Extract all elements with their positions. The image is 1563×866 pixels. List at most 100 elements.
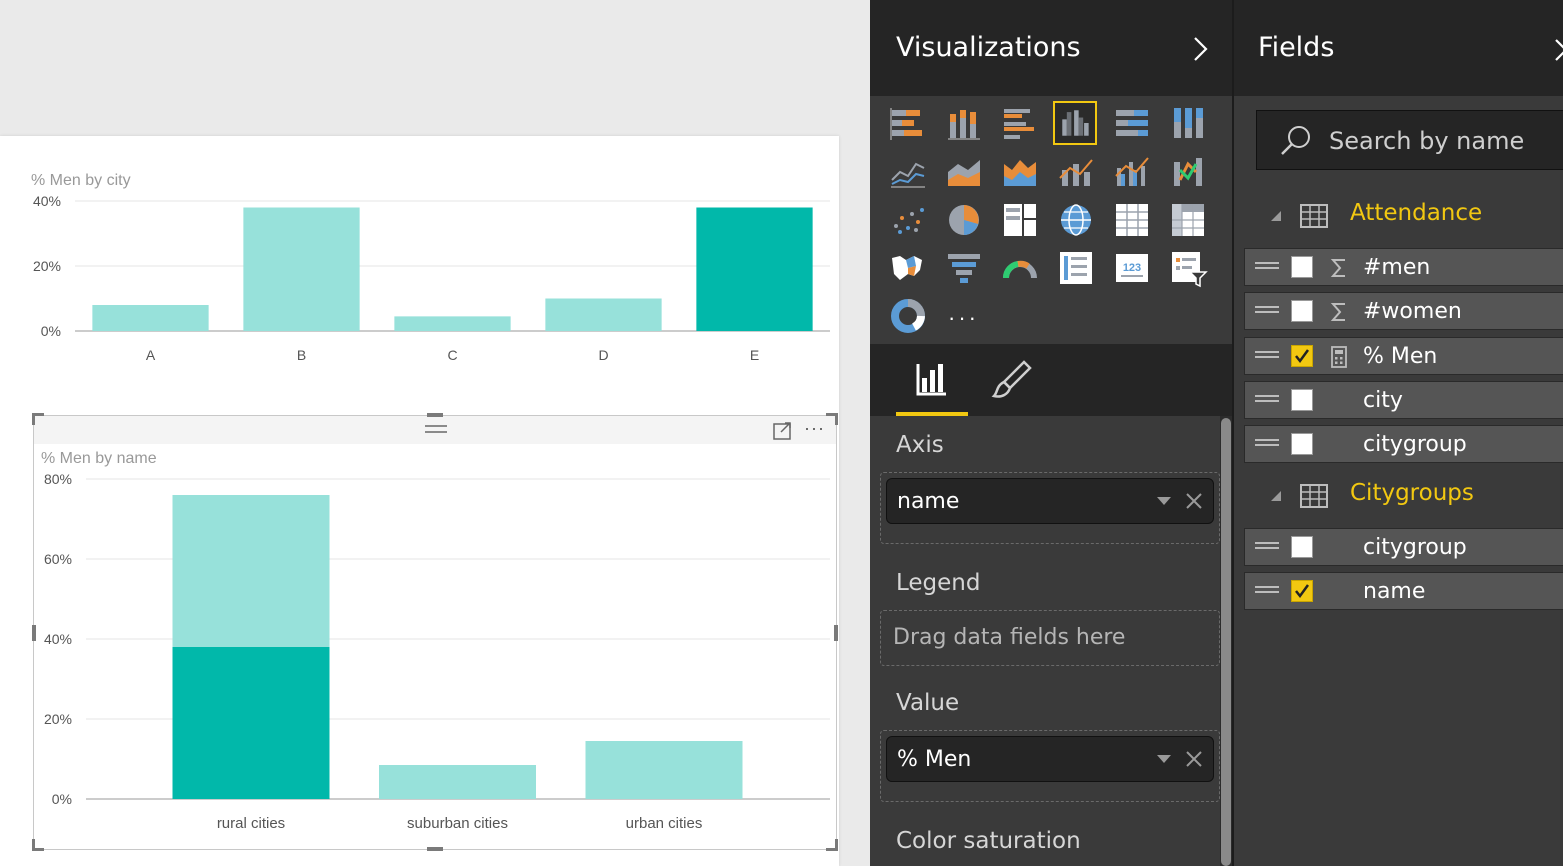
gauge-icon[interactable] — [998, 246, 1042, 290]
table-icon — [1300, 204, 1328, 228]
card-icon[interactable]: 123 — [1110, 246, 1154, 290]
scatter-chart-icon[interactable] — [886, 198, 930, 242]
drag-grip-icon[interactable] — [1255, 262, 1279, 269]
resize-handle-top[interactable] — [427, 413, 443, 417]
drag-grip-icon[interactable] — [1255, 306, 1279, 314]
clustered-bar-chart-icon[interactable] — [998, 102, 1042, 146]
calculator-icon — [1331, 345, 1347, 368]
table-icon[interactable] — [1110, 198, 1154, 242]
stacked-area-chart-icon[interactable] — [998, 150, 1042, 194]
pane-tab-strip — [870, 344, 1232, 416]
x-category-label: C — [447, 347, 457, 363]
drag-handle-icon[interactable] — [425, 425, 447, 433]
more-options-icon[interactable]: ··· — [804, 419, 830, 441]
resize-handle-bottom[interactable] — [427, 847, 443, 851]
field-checkbox[interactable] — [1291, 580, 1313, 603]
line-chart-icon[interactable] — [886, 150, 930, 194]
chart-men-by-city[interactable]: % Men by city 40% 20% 0% A B C D E — [0, 160, 839, 380]
drag-grip-icon[interactable] — [1255, 542, 1279, 549]
visualization-gallery: 123 — [870, 96, 1232, 344]
report-canvas: % Men by city 40% 20% 0% A B C D E ··· % Men b… — [0, 0, 870, 866]
field-row[interactable]: citygroup — [1244, 425, 1563, 464]
x-category-label: E — [750, 347, 759, 363]
clustered-column-chart-icon[interactable] — [1053, 101, 1097, 145]
y-tick-label: 0% — [41, 323, 61, 339]
field-row[interactable]: % Men — [1244, 336, 1563, 375]
area-chart-icon[interactable] — [942, 150, 986, 194]
axis-field-pill[interactable]: name — [886, 478, 1214, 524]
chevron-right-icon[interactable] — [1550, 36, 1563, 64]
table-group-citygroups[interactable]: Citygroups — [1234, 476, 1563, 516]
value-field-pill[interactable]: % Men — [886, 736, 1214, 782]
slicer-icon[interactable] — [1166, 246, 1210, 290]
drag-grip-icon[interactable] — [1255, 394, 1279, 402]
table-group-attendance[interactable]: Attendance — [1234, 196, 1563, 236]
chart-men-by-name[interactable]: % Men by name 80% 60% 40% 20% 0% rural citie… — [0, 444, 839, 844]
drag-grip-icon[interactable] — [1255, 439, 1279, 447]
field-checkbox[interactable] — [1291, 433, 1313, 456]
field-checkbox[interactable] — [1291, 344, 1313, 367]
drag-grip-icon[interactable] — [1255, 350, 1279, 358]
stacked-bar-chart-icon[interactable] — [886, 102, 930, 146]
matrix-icon[interactable] — [1166, 198, 1210, 242]
search-input[interactable]: Search by name — [1256, 110, 1563, 170]
collapse-caret-icon[interactable] — [1270, 490, 1282, 502]
bar[interactable] — [394, 316, 511, 331]
remove-icon[interactable] — [1185, 750, 1203, 768]
axis-label: Axis — [896, 432, 944, 458]
legend-well[interactable]: Drag data fields here — [880, 610, 1220, 666]
treemap-icon[interactable] — [998, 198, 1042, 242]
field-row[interactable]: name — [1244, 572, 1563, 611]
more-visuals-button[interactable]: ··· — [948, 305, 979, 331]
field-row[interactable]: city — [1244, 380, 1563, 419]
100-stacked-bar-chart-icon[interactable] — [1110, 102, 1154, 146]
field-name: citygroup — [1363, 432, 1467, 458]
bar[interactable] — [243, 207, 360, 332]
collapse-caret-icon[interactable] — [1270, 210, 1282, 222]
field-row[interactable]: #men — [1244, 248, 1563, 286]
100-stacked-column-chart-icon[interactable] — [1166, 102, 1210, 146]
field-checkbox[interactable] — [1291, 536, 1313, 558]
line-and-stacked-column-chart-icon[interactable] — [1054, 150, 1098, 194]
field-checkbox[interactable] — [1291, 300, 1313, 323]
tab-fields[interactable] — [896, 344, 968, 416]
table-icon — [1300, 484, 1328, 508]
field-name: name — [1363, 579, 1426, 605]
bar[interactable] — [92, 305, 209, 331]
donut-chart-icon[interactable] — [886, 294, 930, 338]
multi-row-card-icon[interactable] — [1054, 246, 1098, 290]
bar[interactable] — [545, 298, 662, 332]
funnel-icon[interactable] — [942, 246, 986, 290]
x-category-label: D — [598, 347, 608, 363]
remove-icon[interactable] — [1185, 492, 1203, 510]
focus-mode-icon[interactable] — [772, 421, 794, 441]
bar[interactable] — [696, 207, 813, 332]
dropdown-arrow-icon[interactable] — [1155, 493, 1173, 509]
chevron-right-icon[interactable] — [1188, 34, 1212, 64]
x-category-label: A — [146, 347, 156, 363]
visualizations-header: Visualizations — [870, 0, 1232, 96]
field-name: #women — [1363, 299, 1462, 325]
scrollbar-thumb[interactable] — [1221, 418, 1231, 866]
highlighted-bar[interactable] — [172, 647, 330, 799]
resize-handle-tr[interactable] — [835, 413, 838, 425]
resize-handle-tl[interactable] — [32, 413, 35, 425]
color-saturation-label: Color saturation — [896, 828, 1081, 854]
field-checkbox[interactable] — [1291, 256, 1313, 278]
field-row[interactable]: #women — [1244, 292, 1563, 331]
field-row[interactable]: citygroup — [1244, 528, 1563, 566]
line-and-clustered-column-chart-icon[interactable] — [1110, 150, 1154, 194]
tab-format[interactable] — [974, 344, 1046, 416]
dropdown-arrow-icon[interactable] — [1155, 751, 1173, 767]
drag-grip-icon[interactable] — [1255, 586, 1279, 594]
bar[interactable] — [585, 741, 743, 799]
filled-map-icon[interactable] — [886, 246, 930, 290]
bar[interactable] — [379, 765, 536, 799]
map-icon[interactable] — [1054, 198, 1098, 242]
visualizations-pane: Visualizations 123 ··· Axis name Legend … — [870, 0, 1232, 866]
stacked-column-chart-icon[interactable] — [942, 102, 986, 146]
pie-chart-icon[interactable] — [942, 198, 986, 242]
ribbon-chart-icon[interactable] — [1166, 150, 1210, 194]
svg-text:123: 123 — [1123, 262, 1141, 274]
field-checkbox[interactable] — [1291, 388, 1313, 411]
